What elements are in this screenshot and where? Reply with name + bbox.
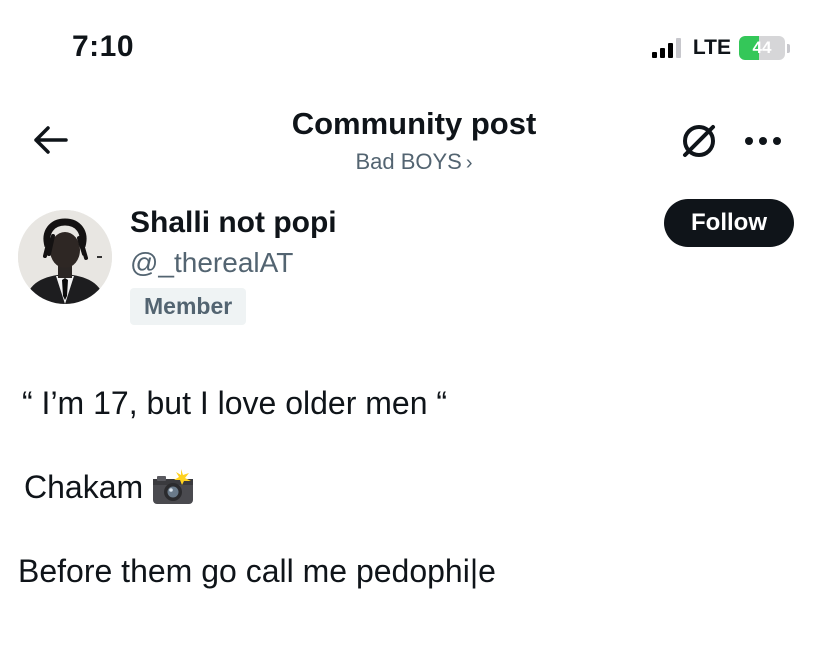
grok-button[interactable] xyxy=(676,118,722,164)
camera-with-flash-icon xyxy=(153,468,194,504)
post-line-1: “ I’m 17, but I love older men “ xyxy=(22,385,448,421)
avatar[interactable] xyxy=(18,210,112,304)
network-type: LTE xyxy=(692,36,731,59)
cellular-signal-icon xyxy=(651,38,681,58)
status-indicators: LTE 44 xyxy=(651,36,790,60)
more-horizontal-icon xyxy=(745,137,781,145)
post-line-2: Chakam xyxy=(18,466,808,508)
battery-level: 44 xyxy=(752,38,772,57)
screen: 7:10 LTE 44 Community post Bad BOYS › Sh… xyxy=(0,0,828,650)
post-body: “ I’m 17, but I love older men “ Chakam … xyxy=(18,382,808,592)
follow-button[interactable]: Follow xyxy=(664,199,794,247)
more-options-button[interactable] xyxy=(740,126,786,156)
author-handle[interactable]: @_therealAT xyxy=(130,247,293,279)
post-gap xyxy=(18,508,808,550)
status-time: 7:10 xyxy=(72,30,135,63)
battery-cap xyxy=(787,43,790,53)
post-line-3: Before them go call me pedophi|e xyxy=(18,553,496,589)
community-name: Bad BOYS xyxy=(355,149,462,174)
post-gap xyxy=(18,424,808,466)
chevron-right-icon: › xyxy=(465,152,473,174)
member-badge: Member xyxy=(130,288,247,325)
avatar-image xyxy=(18,210,112,304)
grok-icon xyxy=(683,125,715,157)
post-line-2-text: Chakam xyxy=(24,469,144,505)
battery-icon: 44 xyxy=(739,36,785,60)
author-name[interactable]: Shalli not popi xyxy=(130,206,337,240)
